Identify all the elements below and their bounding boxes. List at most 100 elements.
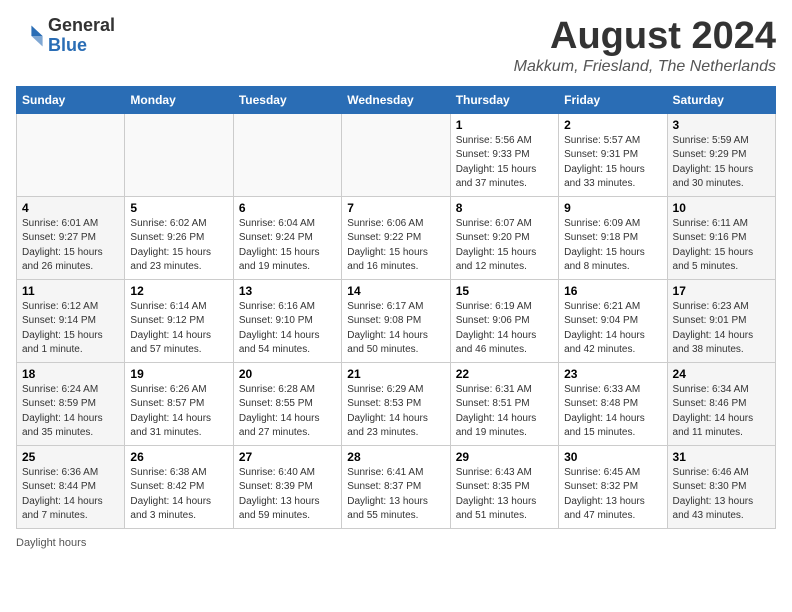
day-number: 31 (673, 450, 770, 464)
day-info: Sunrise: 6:01 AMSunset: 9:27 PMDaylight:… (22, 217, 119, 275)
calendar-cell: 11 Sunrise: 6:12 AMSunset: 9:14 PMDayligh… (17, 279, 125, 362)
calendar-cell: 27Sunrise: 6:40 AMSunset: 8:39 PMDayligh… (233, 445, 341, 528)
day-number: 21 (347, 367, 444, 381)
calendar-title: August 2024 (514, 16, 776, 58)
day-number: 1 (456, 118, 553, 132)
day-number: 3 (673, 118, 770, 132)
day-info: Sunrise: 6:12 AMSunset: 9:14 PMDaylight:… (22, 300, 119, 358)
day-info: Sunrise: 6:06 AMSunset: 9:22 PMDaylight:… (347, 217, 444, 275)
calendar-cell: 14 Sunrise: 6:17 AMSunset: 9:08 PMDayligh… (342, 279, 450, 362)
weekday-header-sunday: Sunday (17, 86, 125, 113)
calendar-cell (125, 113, 233, 196)
day-number: 7 (347, 201, 444, 215)
calendar-cell: 29 Sunrise: 6:43 AMSunset: 8:35 PMDayligh… (450, 445, 558, 528)
day-number: 2 (564, 118, 661, 132)
day-info: Sunrise: 6:36 AMSunset: 8:44 PMDaylight:… (22, 466, 119, 524)
day-info: Sunrise: 5:59 AMSunset: 9:29 PMDaylight:… (673, 134, 770, 192)
day-number: 27 (239, 450, 336, 464)
calendar-cell: 16 Sunrise: 6:21 AMSunset: 9:04 PMDayligh… (559, 279, 667, 362)
day-info: Sunrise: 6:04 AMSunset: 9:24 PMDaylight:… (239, 217, 336, 275)
calendar-cell: 22 Sunrise: 6:31 AMSunset: 8:51 PMDayligh… (450, 362, 558, 445)
calendar-cell (17, 113, 125, 196)
logo-blue-text: Blue (48, 35, 87, 55)
day-number: 20 (239, 367, 336, 381)
calendar-cell: 25 Sunrise: 6:36 AMSunset: 8:44 PMDayligh… (17, 445, 125, 528)
day-number: 5 (130, 201, 227, 215)
calendar-cell: 21 Sunrise: 6:29 AMSunset: 8:53 PMDayligh… (342, 362, 450, 445)
day-number: 16 (564, 284, 661, 298)
day-info: Sunrise: 6:26 AMSunset: 8:57 PMDaylight:… (130, 383, 227, 441)
day-number: 19 (130, 367, 227, 381)
day-number: 29 (456, 450, 553, 464)
day-number: 6 (239, 201, 336, 215)
calendar-cell: 18Sunrise: 6:24 AMSunset: 8:59 PMDayligh… (17, 362, 125, 445)
calendar-cell (233, 113, 341, 196)
day-number: 8 (456, 201, 553, 215)
day-info: Sunrise: 6:38 AMSunset: 8:42 PMDaylight:… (130, 466, 227, 524)
weekday-header-wednesday: Wednesday (342, 86, 450, 113)
calendar-cell: 23Sunrise: 6:33 AMSunset: 8:48 PMDayligh… (559, 362, 667, 445)
logo-general-text: General (48, 15, 115, 35)
calendar-cell: 8 Sunrise: 6:07 AMSunset: 9:20 PMDaylight… (450, 196, 558, 279)
weekday-header-monday: Monday (125, 86, 233, 113)
day-number: 22 (456, 367, 553, 381)
calendar-cell: 19 Sunrise: 6:26 AMSunset: 8:57 PMDayligh… (125, 362, 233, 445)
day-info: Sunrise: 6:17 AMSunset: 9:08 PMDaylight:… (347, 300, 444, 358)
weekday-header-friday: Friday (559, 86, 667, 113)
day-info: Sunrise: 6:34 AMSunset: 8:46 PMDaylight:… (673, 383, 770, 441)
calendar-cell: 2 Sunrise: 5:57 AMSunset: 9:31 PMDaylight… (559, 113, 667, 196)
day-info: Sunrise: 6:23 AMSunset: 9:01 PMDaylight:… (673, 300, 770, 358)
calendar-cell: 12Sunrise: 6:14 AMSunset: 9:12 PMDayligh… (125, 279, 233, 362)
calendar-cell: 20 Sunrise: 6:28 AMSunset: 8:55 PMDayligh… (233, 362, 341, 445)
calendar-cell: 30Sunrise: 6:45 AMSunset: 8:32 PMDayligh… (559, 445, 667, 528)
day-number: 11 (22, 284, 119, 298)
day-info: Sunrise: 6:33 AMSunset: 8:48 PMDaylight:… (564, 383, 661, 441)
calendar-cell: 7 Sunrise: 6:06 AMSunset: 9:22 PMDaylight… (342, 196, 450, 279)
day-info: Sunrise: 6:46 AMSunset: 8:30 PMDaylight:… (673, 466, 770, 524)
day-number: 13 (239, 284, 336, 298)
day-number: 17 (673, 284, 770, 298)
day-info: Sunrise: 6:28 AMSunset: 8:55 PMDaylight:… (239, 383, 336, 441)
day-number: 28 (347, 450, 444, 464)
calendar-cell: 24 Sunrise: 6:34 AMSunset: 8:46 PMDayligh… (667, 362, 775, 445)
day-info: Sunrise: 6:31 AMSunset: 8:51 PMDaylight:… (456, 383, 553, 441)
day-info: Sunrise: 6:41 AMSunset: 8:37 PMDaylight:… (347, 466, 444, 524)
day-number: 24 (673, 367, 770, 381)
day-number: 10 (673, 201, 770, 215)
calendar-cell: 13 Sunrise: 6:16 AMSunset: 9:10 PMDayligh… (233, 279, 341, 362)
day-number: 25 (22, 450, 119, 464)
day-info: Sunrise: 6:11 AMSunset: 9:16 PMDaylight:… (673, 217, 770, 275)
calendar-table: SundayMondayTuesdayWednesdayThursdayFrid… (16, 86, 776, 529)
day-info: Sunrise: 6:07 AMSunset: 9:20 PMDaylight:… (456, 217, 553, 275)
calendar-cell: 26 Sunrise: 6:38 AMSunset: 8:42 PMDayligh… (125, 445, 233, 528)
day-info: Sunrise: 5:56 AMSunset: 9:33 PMDaylight:… (456, 134, 553, 192)
calendar-cell: 9Sunrise: 6:09 AMSunset: 9:18 PMDaylight… (559, 196, 667, 279)
day-info: Sunrise: 6:16 AMSunset: 9:10 PMDaylight:… (239, 300, 336, 358)
title-section: August 2024 Makkum, Friesland, The Nethe… (514, 16, 776, 76)
day-number: 4 (22, 201, 119, 215)
footer-note: Daylight hours (16, 537, 776, 549)
day-info: Sunrise: 6:43 AMSunset: 8:35 PMDaylight:… (456, 466, 553, 524)
weekday-header-thursday: Thursday (450, 86, 558, 113)
day-number: 26 (130, 450, 227, 464)
calendar-cell: 31 Sunrise: 6:46 AMSunset: 8:30 PMDayligh… (667, 445, 775, 528)
calendar-cell: 5 Sunrise: 6:02 AMSunset: 9:26 PMDaylight… (125, 196, 233, 279)
day-info: Sunrise: 6:21 AMSunset: 9:04 PMDaylight:… (564, 300, 661, 358)
logo-icon (16, 22, 44, 50)
weekday-header-saturday: Saturday (667, 86, 775, 113)
calendar-cell: 1 Sunrise: 5:56 AMSunset: 9:33 PMDaylight… (450, 113, 558, 196)
day-info: Sunrise: 6:09 AMSunset: 9:18 PMDaylight:… (564, 217, 661, 275)
calendar-cell: 17 Sunrise: 6:23 AMSunset: 9:01 PMDayligh… (667, 279, 775, 362)
day-number: 30 (564, 450, 661, 464)
calendar-cell: 6 Sunrise: 6:04 AMSunset: 9:24 PMDaylight… (233, 196, 341, 279)
day-info: Sunrise: 5:57 AMSunset: 9:31 PMDaylight:… (564, 134, 661, 192)
logo: General Blue (16, 16, 115, 56)
day-number: 14 (347, 284, 444, 298)
day-number: 12 (130, 284, 227, 298)
day-info: Sunrise: 6:29 AMSunset: 8:53 PMDaylight:… (347, 383, 444, 441)
day-info: Sunrise: 6:24 AMSunset: 8:59 PMDaylight:… (22, 383, 119, 441)
day-info: Sunrise: 6:19 AMSunset: 9:06 PMDaylight:… (456, 300, 553, 358)
logo-text: General Blue (48, 16, 115, 56)
day-info: Sunrise: 6:02 AMSunset: 9:26 PMDaylight:… (130, 217, 227, 275)
calendar-cell: 10 Sunrise: 6:11 AMSunset: 9:16 PMDayligh… (667, 196, 775, 279)
